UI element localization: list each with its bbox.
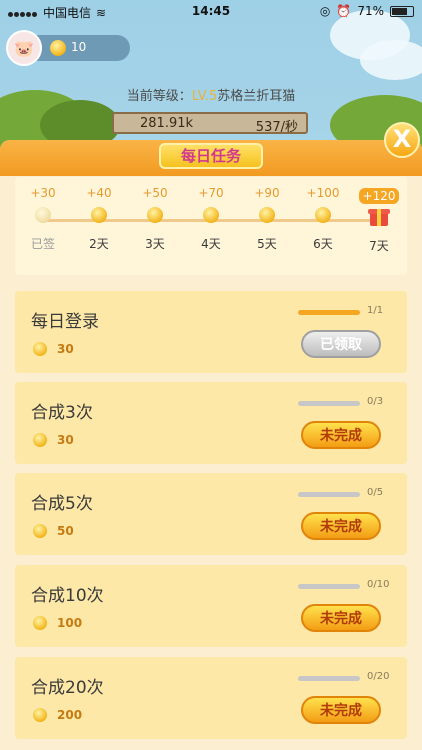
signin-day-5[interactable]: +90 5天 — [242, 185, 292, 252]
gift-icon — [367, 205, 391, 227]
task-progress-fill — [298, 310, 360, 315]
signin-day-3[interactable]: +50 3天 — [130, 185, 180, 252]
signin-reward: +90 — [254, 186, 280, 200]
signin-calendar: +30 已签 +40 2天 +50 3天 +70 4天 +90 5天 +100 6天 +120 7天 — [15, 177, 407, 275]
coin-icon — [33, 616, 47, 630]
level-info: 当前等级：LV.5苏格兰折耳猫 — [0, 85, 422, 104]
task-progress-text: 0/5 — [367, 487, 384, 498]
coin-balance: 10 — [71, 40, 87, 54]
avatar[interactable]: 🐷 — [6, 30, 42, 66]
coin-icon — [147, 207, 163, 223]
task-reward: 30 — [57, 433, 74, 447]
level-prefix: 当前等级： — [126, 89, 192, 104]
coin-icon — [35, 207, 51, 223]
task-title: 合成20次 — [31, 678, 104, 698]
signin-reward: +100 — [306, 186, 340, 200]
production-bar: 281.91k 537/秒 — [112, 112, 308, 135]
signin-day-7[interactable]: +120 7天 — [354, 185, 404, 254]
coin-icon — [33, 708, 47, 722]
coin-icon — [33, 342, 47, 356]
task-reward: 30 — [57, 342, 74, 356]
claimed-button[interactable]: 已领取 — [301, 330, 381, 358]
signin-reward: +40 — [86, 186, 112, 200]
incomplete-button[interactable]: 未完成 — [301, 696, 381, 724]
task-title: 合成3次 — [31, 403, 93, 423]
coin-icon — [33, 524, 47, 538]
daily-task-panel: 每日任务 +30 已签 +40 2天 +50 3天 +70 4天 +90 5天 +100 6天 +120… — [0, 140, 422, 750]
task-reward: 100 — [57, 616, 83, 630]
signin-day-1[interactable]: +30 已签 — [18, 185, 68, 252]
coin-icon — [203, 207, 219, 223]
incomplete-button[interactable]: 未完成 — [301, 421, 381, 449]
signin-reward: +70 — [198, 186, 224, 200]
signin-day-4[interactable]: +70 4天 — [186, 185, 236, 252]
close-button[interactable]: X — [384, 122, 420, 158]
level-name: 苏格兰折耳猫 — [217, 89, 296, 104]
output-rate: 537/秒 — [255, 120, 298, 135]
task-reward: 50 — [57, 524, 74, 538]
status-bar: 中国电信 ≋ 14:45 ◎ ⏰ 71% — [0, 0, 422, 22]
coin-icon — [259, 207, 275, 223]
task-progress-text: 1/1 — [367, 305, 384, 316]
task-reward: 200 — [57, 708, 83, 722]
task-card: 合成20次 200 0/20 未完成 — [15, 657, 407, 739]
battery-percent: 71% — [357, 4, 384, 18]
task-progress-text: 0/10 — [367, 579, 390, 590]
task-card: 每日登录 30 1/1 已领取 — [15, 291, 407, 373]
signin-day-label: 3天 — [145, 237, 165, 251]
coin-icon — [315, 207, 331, 223]
coin-icon — [50, 40, 66, 56]
signin-day-label: 6天 — [313, 237, 333, 251]
alarm-icon: ⏰ — [336, 4, 352, 18]
signin-day-label: 2天 — [89, 237, 109, 251]
panel-header: 每日任务 — [0, 140, 422, 176]
incomplete-button[interactable]: 未完成 — [301, 604, 381, 632]
level-value: LV.5 — [191, 89, 218, 104]
panel-title: 每日任务 — [159, 143, 263, 169]
signin-day-label: 已签 — [30, 237, 55, 251]
total-output: 281.91k — [140, 116, 194, 131]
cloud — [360, 40, 422, 80]
signin-day-label: 7天 — [369, 239, 389, 253]
task-title: 合成10次 — [31, 586, 104, 606]
battery-icon — [390, 5, 414, 17]
signin-reward: +50 — [142, 186, 168, 200]
task-progress-text: 0/3 — [367, 396, 384, 407]
task-progress-bar — [298, 584, 360, 589]
task-title: 合成5次 — [31, 494, 93, 514]
lock-rotation-icon: ◎ — [319, 4, 331, 18]
task-progress-bar — [298, 676, 360, 681]
task-card: 合成5次 50 0/5 未完成 — [15, 473, 407, 555]
signin-day-label: 5天 — [257, 237, 277, 251]
coin-icon — [33, 433, 47, 447]
task-card: 合成10次 100 0/10 未完成 — [15, 565, 407, 647]
signin-reward: +120 — [358, 188, 400, 204]
signin-day-6[interactable]: +100 6天 — [298, 185, 348, 252]
task-progress-bar — [298, 492, 360, 497]
signin-reward: +30 — [30, 186, 56, 200]
task-title: 每日登录 — [31, 312, 99, 332]
incomplete-button[interactable]: 未完成 — [301, 512, 381, 540]
task-progress-bar — [298, 310, 360, 315]
task-progress-text: 0/20 — [367, 671, 390, 682]
task-card: 合成3次 30 0/3 未完成 — [15, 382, 407, 464]
task-progress-bar — [298, 401, 360, 406]
signin-day-label: 4天 — [201, 237, 221, 251]
signin-day-2[interactable]: +40 2天 — [74, 185, 124, 252]
coin-icon — [91, 207, 107, 223]
